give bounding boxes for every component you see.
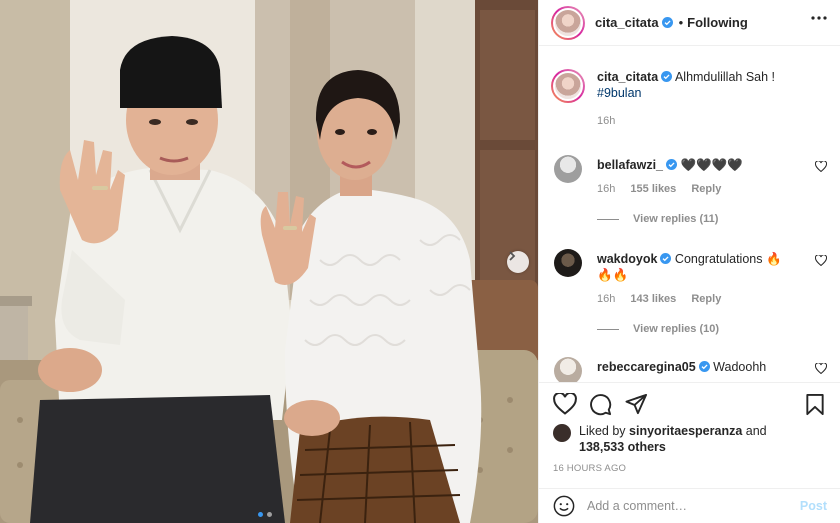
carousel-dot-active [258, 512, 263, 517]
comment-like-heart-icon[interactable] [815, 255, 827, 266]
post-side-panel: cita_citata • Following cita_citata Alhm… [538, 0, 840, 523]
heart-icon[interactable] [553, 393, 577, 415]
verified-badge-icon [661, 17, 673, 28]
share-icon[interactable] [625, 393, 648, 415]
carousel-indicator [258, 512, 272, 517]
caption-time[interactable]: 16h [597, 113, 775, 129]
post-caption: cita_citata Alhmdulillah Sah ! #9bulan 1… [551, 69, 775, 129]
liked-by-and: and [745, 424, 767, 438]
verified-badge-icon [661, 71, 673, 82]
comments-list[interactable]: cita_citata Alhmdulillah Sah ! #9bulan 1… [539, 47, 840, 382]
wedding-photo-illustration [0, 0, 538, 523]
comment-username[interactable]: bellafawzi_ [597, 158, 663, 172]
comment-time[interactable]: 16h [597, 293, 615, 305]
liked-by-prefix: Liked by [579, 424, 626, 438]
caption-text: Alhmdulillah Sah ! [674, 70, 776, 84]
avatar[interactable] [554, 249, 582, 277]
next-slide-button[interactable] [507, 251, 529, 273]
verified-badge-icon [698, 361, 710, 372]
caption-hashtag[interactable]: #9bulan [597, 86, 642, 100]
post-photo[interactable] [0, 0, 538, 523]
instagram-post-modal: cita_citata • Following cita_citata Alhm… [0, 0, 840, 523]
avatar[interactable] [551, 5, 585, 40]
comment-time[interactable]: 16h [597, 183, 615, 195]
post-comment-button[interactable]: Post [800, 499, 827, 513]
comment-item: rebeccaregina05 Wadoohh [551, 357, 833, 382]
verified-badge-icon [666, 159, 677, 170]
comment-text: Congratulations 🔥 [674, 252, 782, 266]
liked-by-username[interactable]: sinyoritaesperanza [629, 424, 742, 438]
avatar[interactable] [553, 424, 571, 442]
liked-by: Liked by sinyoritaesperanza and 138,533 … [553, 423, 767, 455]
view-replies-label: View replies (10) [633, 323, 720, 335]
comment-username[interactable]: rebeccaregina05 [597, 360, 696, 374]
add-comment-bar: Post [539, 488, 840, 523]
emoji-icon[interactable] [553, 495, 575, 517]
bookmark-icon[interactable] [805, 393, 825, 416]
post-timestamp[interactable]: 16 HOURS AGO [553, 463, 626, 474]
comment-likes[interactable]: 155 likes [630, 183, 676, 195]
comment-text: 🖤🖤🖤🖤 [680, 158, 743, 172]
comment-username[interactable]: wakdoyok [597, 252, 657, 266]
comment-text-continued: 🔥🔥 [597, 268, 629, 282]
reply-button[interactable]: Reply [691, 183, 721, 195]
reply-button[interactable]: Reply [691, 293, 721, 305]
verified-badge-icon [660, 253, 672, 264]
view-replies-button[interactable]: View replies (11) [597, 213, 718, 225]
caption-avatar[interactable] [551, 69, 585, 103]
avatar[interactable] [554, 155, 582, 183]
comment-likes[interactable]: 143 likes [630, 293, 676, 305]
comment-icon[interactable] [589, 393, 612, 416]
chevron-right-icon [509, 251, 516, 261]
view-replies-label: View replies (11) [633, 213, 719, 225]
comment-text: Wadoohh [713, 360, 767, 374]
carousel-dot [267, 512, 272, 517]
view-replies-button[interactable]: View replies (10) [597, 323, 719, 335]
post-header: cita_citata • Following [539, 0, 840, 46]
more-horizontal-icon[interactable] [811, 16, 827, 20]
caption-username[interactable]: cita_citata [597, 70, 658, 84]
add-comment-input[interactable] [587, 499, 787, 513]
comment-item: wakdoyok Congratulations 🔥 🔥🔥 16h 143 li… [551, 249, 833, 343]
comment-like-heart-icon[interactable] [815, 363, 827, 374]
avatar[interactable] [554, 357, 582, 382]
following-button[interactable]: Following [687, 15, 748, 30]
liked-by-count[interactable]: 138,533 others [579, 440, 666, 454]
header-separator: • [678, 15, 684, 30]
post-actions: Liked by sinyoritaesperanza and 138,533 … [539, 382, 840, 480]
comment-like-heart-icon[interactable] [815, 161, 827, 172]
header-username[interactable]: cita_citata [595, 15, 659, 30]
comment-item: bellafawzi_ 🖤🖤🖤🖤 16h 155 likes Reply Vie… [551, 155, 833, 235]
